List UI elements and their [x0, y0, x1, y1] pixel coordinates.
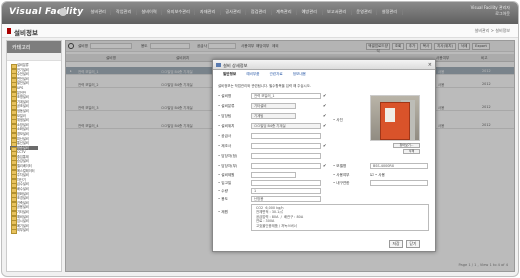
nav-item[interactable]: 운영관리: [352, 9, 378, 15]
user-area: Visual Facility 관리자 로그아웃: [471, 5, 510, 17]
logout-link[interactable]: 로그아웃: [471, 11, 510, 17]
location-field[interactable]: ㅁㅁ빌딩 B4층 기계실: [251, 123, 321, 129]
field-label: 담당자(부): [218, 164, 246, 169]
nav-item[interactable]: 유지보수관리: [162, 9, 196, 15]
tab-info[interactable]: 정보내용: [293, 72, 306, 77]
required-check-icon: ✔: [323, 163, 327, 168]
usage-field[interactable]: 난방용: [251, 196, 321, 202]
nav-item[interactable]: 예방관리: [297, 9, 323, 15]
field-label: 설비명: [218, 94, 246, 99]
lifespan-field[interactable]: [370, 180, 428, 186]
spec-field[interactable]: [251, 172, 296, 178]
required-check-icon: ✔: [323, 113, 327, 118]
nav-item[interactable]: 보고서관리: [323, 9, 352, 15]
delete-photo-button[interactable]: 삭제: [403, 149, 420, 154]
use-checkbox-label: 사용: [375, 173, 395, 178]
nav-item[interactable]: 작업관리: [111, 9, 137, 15]
category-sidebar: 카테고리 설비분류 전기설비 수전설비 변전설비 발전설비 UPS 분전반 조명설비 기계설비 공…: [6, 40, 62, 272]
field-label: 설비분류: [218, 104, 246, 109]
nav-item[interactable]: 설정관리: [377, 9, 403, 15]
tree-item[interactable]: 외부설비: [10, 228, 58, 234]
app-window: Visual Facility 설비관리 작업관리 설비이력 유지보수관리 자재…: [1, 1, 519, 277]
name-field[interactable]: 전력 모일러_1: [251, 93, 321, 99]
field-label: 용도: [218, 197, 246, 202]
nav-item[interactable]: 설비이력: [137, 9, 163, 15]
app-logo: Visual Facility: [9, 7, 84, 17]
category-tree: 설비분류 전기설비 수전설비 변전설비 발전설비 UPS 분전반 조명설비 기계설비 공조설비 냉동…: [7, 61, 61, 235]
tab-general[interactable]: 일반정보: [223, 72, 236, 77]
field-label: 사용여부: [333, 173, 361, 178]
model-field[interactable]: BSS-4000RX: [370, 163, 428, 169]
nav-item[interactable]: 계측관리: [272, 9, 298, 15]
field-label: 설비위치: [218, 124, 246, 129]
spec-memo-textarea[interactable]: CO2 6,000 kg/h 전체면적 : 30.1㎡ 공급압력 : 80A /…: [251, 204, 429, 231]
browse-photo-button[interactable]: 찾아보기...: [393, 143, 420, 148]
install-field[interactable]: [251, 180, 321, 186]
sidebar-toolbar: [7, 53, 61, 61]
person-primary-field[interactable]: [251, 153, 321, 159]
field-label: 공급사: [218, 134, 246, 139]
required-check-icon: ✔: [323, 143, 327, 148]
use-checkbox[interactable]: ☑: [370, 172, 374, 177]
dialog-tabs: 일반정보 예비부품 관련자료 정보내용: [223, 72, 306, 77]
required-check-icon: ✔: [323, 93, 327, 98]
close-button[interactable]: 닫기: [406, 240, 420, 248]
top-bar: Visual Facility 설비관리 작업관리 설비이력 유지보수관리 자재…: [2, 2, 518, 24]
breadcrumb: 설비관리 > 설비정보: [474, 28, 510, 33]
field-label: 설비제원: [218, 173, 246, 178]
required-check-icon: ✔: [323, 123, 327, 128]
field-label: 입고일: [218, 181, 246, 186]
nav-item[interactable]: 설비관리: [86, 9, 112, 15]
equipment-photo: [370, 95, 420, 141]
page-title: 설비정보: [7, 28, 38, 37]
photo-label: 사진: [333, 118, 361, 123]
dialog-title: 설비 상세정보: [223, 62, 248, 68]
field-label: 제원: [218, 210, 246, 215]
field-label: 수량: [218, 189, 246, 194]
tab-related-docs[interactable]: 관련자료: [269, 72, 282, 77]
field-label: 제조사: [218, 144, 246, 149]
required-check-icon: ✔: [323, 103, 327, 108]
qty-field[interactable]: 1: [251, 188, 321, 194]
field-label: 담당자(정): [218, 154, 246, 159]
dialog-titlebar: 설비 상세정보 ×: [213, 60, 435, 70]
maker-field[interactable]: [251, 143, 321, 149]
close-icon[interactable]: ×: [428, 62, 432, 68]
sidebar-title: 카테고리: [7, 41, 61, 53]
page-header: 설비정보 설비관리 > 설비정보: [2, 24, 518, 38]
nav-item[interactable]: 점검관리: [246, 9, 272, 15]
field-label: 모델명: [333, 164, 361, 169]
required-notice: 설비정보는 작업관리와 관련됩니다. 필수항목을 입력 해 주십시오.: [218, 84, 311, 88]
logo-badge-icon: [59, 8, 67, 16]
tab-spare-parts[interactable]: 예비부품: [246, 72, 259, 77]
save-button[interactable]: 저장: [389, 240, 403, 248]
equipment-detail-dialog: 설비 상세정보 × 일반정보 예비부품 관련자료 정보내용 설비정보는 작업관리…: [212, 59, 436, 252]
category-field[interactable]: 기타설비: [251, 103, 296, 109]
nav-item[interactable]: 자재관리: [195, 9, 221, 15]
main-nav: 설비관리 작업관리 설비이력 유지보수관리 자재관리 공사관리 점검관리 계측관…: [86, 9, 403, 15]
field-label: 내구연한: [333, 181, 361, 186]
supplier-field[interactable]: [251, 133, 321, 139]
person-secondary-field[interactable]: [251, 163, 321, 169]
team-field[interactable]: 기계팀: [251, 113, 296, 119]
window-icon: [216, 63, 221, 67]
field-label: 담당팀: [218, 114, 246, 119]
nav-item[interactable]: 공사관리: [221, 9, 247, 15]
